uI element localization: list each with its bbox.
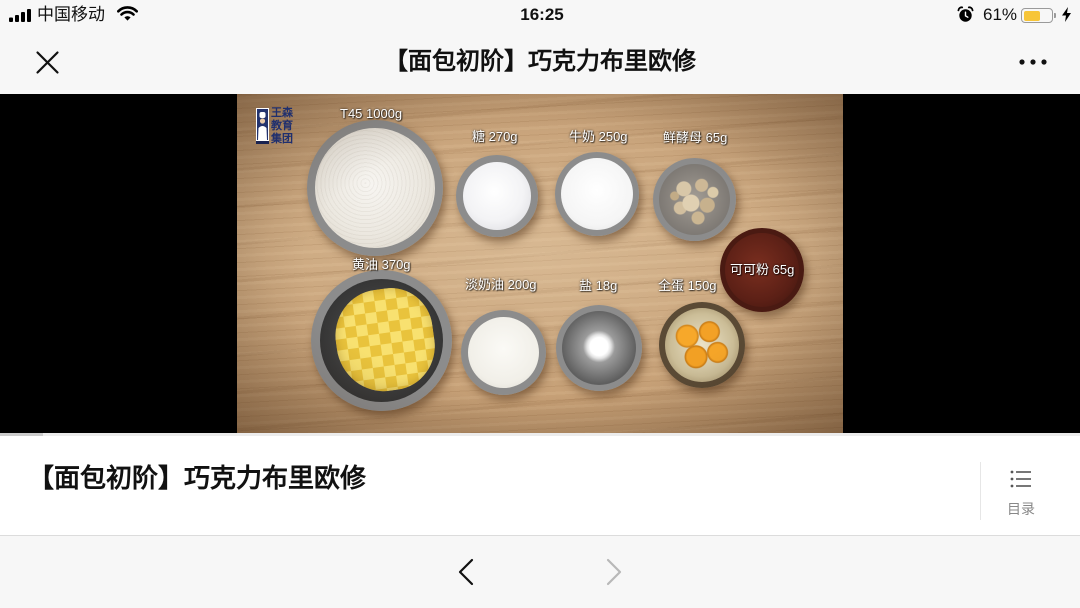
- ingredient-bowl: [555, 152, 639, 236]
- ingredient-bowl: [556, 305, 642, 391]
- logo-line: 王森: [271, 107, 293, 119]
- status-bar: 中国移动 16:25 61%: [0, 0, 1080, 30]
- battery-level-fill: [1023, 10, 1040, 21]
- ingredient-label: 牛奶 250g: [569, 129, 628, 144]
- more-options-button[interactable]: [1013, 42, 1053, 82]
- ingredient-bowl: [653, 158, 736, 241]
- battery-body: [1021, 8, 1053, 23]
- logo-text: 王森 教育 集团: [271, 107, 311, 146]
- butter-cubes: [329, 282, 441, 398]
- nav-bar: 【面包初阶】巧克力布里欧修: [0, 30, 1080, 94]
- ingredient-bowl: [307, 120, 443, 256]
- close-button[interactable]: [27, 42, 67, 82]
- list-icon: [1010, 469, 1032, 489]
- ingredient-label: 糖 270g: [472, 129, 518, 144]
- logo-portrait-image: [256, 108, 269, 144]
- article-title: 【面包初阶】巧克力布里欧修: [28, 463, 367, 493]
- video-frame: 王森 教育 集团 T45 1000g 糖 270g 牛奶 250g 鲜酵母 65…: [237, 94, 843, 433]
- close-icon: [27, 42, 67, 82]
- alarm-clock-icon: [957, 6, 974, 23]
- bowl-contents: [468, 317, 539, 388]
- battery-percentage: 61%: [983, 5, 1018, 24]
- battery-icon: [1021, 8, 1057, 23]
- bowl-contents: [320, 279, 443, 402]
- clock-time: 16:25: [520, 5, 564, 24]
- bowl-contents: [659, 164, 730, 235]
- carrier-name: 中国移动: [37, 5, 105, 24]
- toc-label: 目录: [1007, 501, 1035, 517]
- bowl-contents: [315, 128, 435, 248]
- logo-line: 教育: [271, 120, 293, 132]
- brand-logo: 王森 教育 集团: [256, 107, 312, 147]
- ingredient-label: 黄油 370g: [352, 257, 411, 272]
- ingredient-bowl: [461, 310, 546, 395]
- bowl-contents: [463, 162, 531, 230]
- video-player[interactable]: 王森 教育 集团 T45 1000g 糖 270g 牛奶 250g 鲜酵母 65…: [0, 94, 1080, 433]
- ingredient-bowl: [659, 302, 745, 388]
- battery-terminal: [1054, 13, 1056, 18]
- table-of-contents-button[interactable]: 目录: [990, 462, 1052, 522]
- article-header: 【面包初阶】巧克力布里欧修 目录: [0, 436, 1080, 535]
- bowl-contents: [562, 311, 636, 385]
- logo-line: 集团: [271, 133, 293, 145]
- page-title: 【面包初阶】巧克力布里欧修: [384, 48, 696, 75]
- ingredient-label: 全蛋 150g: [658, 278, 717, 293]
- ingredient-label: 鲜酵母 65g: [663, 130, 728, 145]
- chevron-left-icon: [444, 550, 488, 594]
- ingredient-bowl: [456, 155, 538, 237]
- bowl-contents: [561, 158, 633, 230]
- wifi-icon: [117, 6, 138, 21]
- chevron-right-icon: [592, 550, 636, 594]
- ingredient-label: 淡奶油 200g: [465, 277, 537, 292]
- charging-bolt-icon: [1062, 7, 1071, 22]
- forward-button[interactable]: [592, 550, 636, 594]
- bowl-contents: [665, 308, 739, 382]
- more-dots-icon: [1013, 42, 1053, 82]
- bottom-toolbar: [0, 535, 1080, 608]
- ingredient-label: 可可粉 65g: [730, 262, 795, 277]
- ingredient-bowl: [311, 270, 452, 411]
- signal-bars-icon: [9, 9, 31, 22]
- ingredient-label: T45 1000g: [340, 106, 403, 121]
- ingredient-label: 盐 18g: [579, 278, 618, 293]
- vertical-divider: [980, 462, 981, 520]
- back-button[interactable]: [444, 550, 488, 594]
